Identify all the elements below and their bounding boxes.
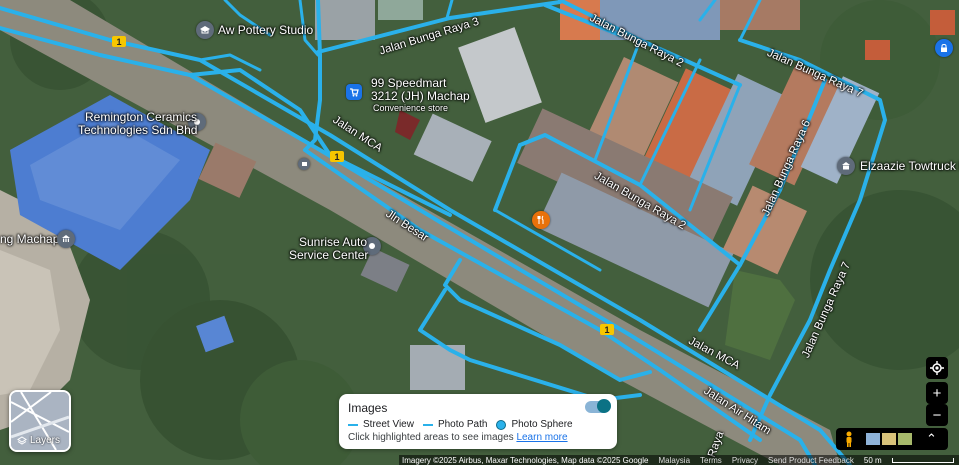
images-hint-text: Click highlighted areas to see images — [348, 432, 514, 443]
toggle-knob — [597, 399, 611, 413]
images-toggle[interactable] — [585, 399, 611, 413]
place-label[interactable]: 3212 (JH) Machap — [371, 90, 470, 103]
museum-pin[interactable] — [57, 230, 75, 248]
place-label[interactable]: Aw Pottery Studio — [218, 24, 313, 37]
pegman-icon — [846, 431, 852, 447]
layers-icon — [17, 435, 27, 445]
shopping-cart-icon — [350, 88, 359, 97]
zoom-out-button[interactable]: − — [926, 404, 948, 426]
pegman-button[interactable] — [836, 428, 862, 450]
imagery-thumb-1[interactable] — [866, 433, 880, 445]
scale-bar — [891, 457, 954, 463]
pottery-pin[interactable] — [196, 21, 214, 39]
convenience-store-pin[interactable] — [346, 84, 362, 100]
imagery-credit: Imagery ©2025 Airbus, Maxar Technologies… — [402, 455, 649, 465]
transit-pin[interactable] — [298, 158, 310, 170]
zoom-in-button[interactable]: + — [926, 382, 948, 404]
terms-link[interactable]: Terms — [700, 456, 722, 465]
images-panel: Images Street View Photo Path Photo Sphe… — [339, 394, 617, 449]
graduation-cap-icon — [200, 26, 210, 34]
layers-label: Layers — [30, 435, 61, 446]
street-view-label: Street View — [363, 419, 414, 430]
learn-more-link[interactable]: Learn more — [516, 432, 567, 443]
imagery-strip: ⌃ — [836, 428, 948, 450]
place-label[interactable]: Technologies Sdn Bhd — [78, 124, 197, 137]
images-legend: Street View Photo Path Photo Sphere — [348, 419, 573, 430]
photo-path-swatch — [422, 423, 433, 426]
location-target-icon — [930, 361, 944, 375]
photo-sphere-label: Photo Sphere — [511, 419, 573, 430]
route-shield: 1 — [330, 151, 344, 162]
street-view-swatch — [348, 423, 358, 426]
my-location-button[interactable] — [926, 357, 948, 379]
photo-path-label: Photo Path — [437, 419, 488, 430]
fork-knife-icon — [537, 215, 544, 224]
restaurant-pin[interactable] — [532, 211, 550, 229]
place-dot-icon — [369, 243, 375, 249]
lock-icon — [941, 44, 947, 52]
towtruck-pin[interactable] — [837, 157, 855, 175]
layers-button[interactable]: Layers — [9, 390, 71, 452]
layers-label-wrap: Layers — [17, 435, 60, 446]
attribution-bar: Imagery ©2025 Airbus, Maxar Technologies… — [399, 455, 959, 465]
route-shield: 1 — [112, 36, 126, 47]
images-hint: Click highlighted areas to see images Le… — [348, 432, 568, 443]
expand-chevron-icon[interactable]: ⌃ — [926, 431, 937, 447]
country-label: Malaysia — [658, 455, 691, 465]
place-label[interactable]: ng Machap — [0, 233, 59, 246]
photo-sphere-swatch — [496, 419, 507, 430]
route-shield: 1 — [600, 324, 614, 335]
museum-icon — [62, 235, 70, 242]
place-label[interactable]: Service Center — [289, 249, 368, 262]
privacy-link[interactable]: Privacy — [732, 456, 758, 465]
place-type-label: Convenience store — [373, 103, 449, 113]
images-panel-title: Images — [348, 401, 388, 415]
imagery-thumb-2[interactable] — [882, 433, 896, 445]
scale-label[interactable]: 50 m — [864, 456, 882, 465]
lock-pin[interactable] — [935, 39, 953, 57]
bus-icon — [301, 161, 307, 166]
feedback-link[interactable]: Send Product Feedback — [768, 456, 854, 465]
building-icon — [842, 162, 850, 170]
imagery-thumb-3[interactable] — [898, 433, 912, 445]
place-label[interactable]: Elzaazie Towtruck En — [860, 160, 959, 173]
